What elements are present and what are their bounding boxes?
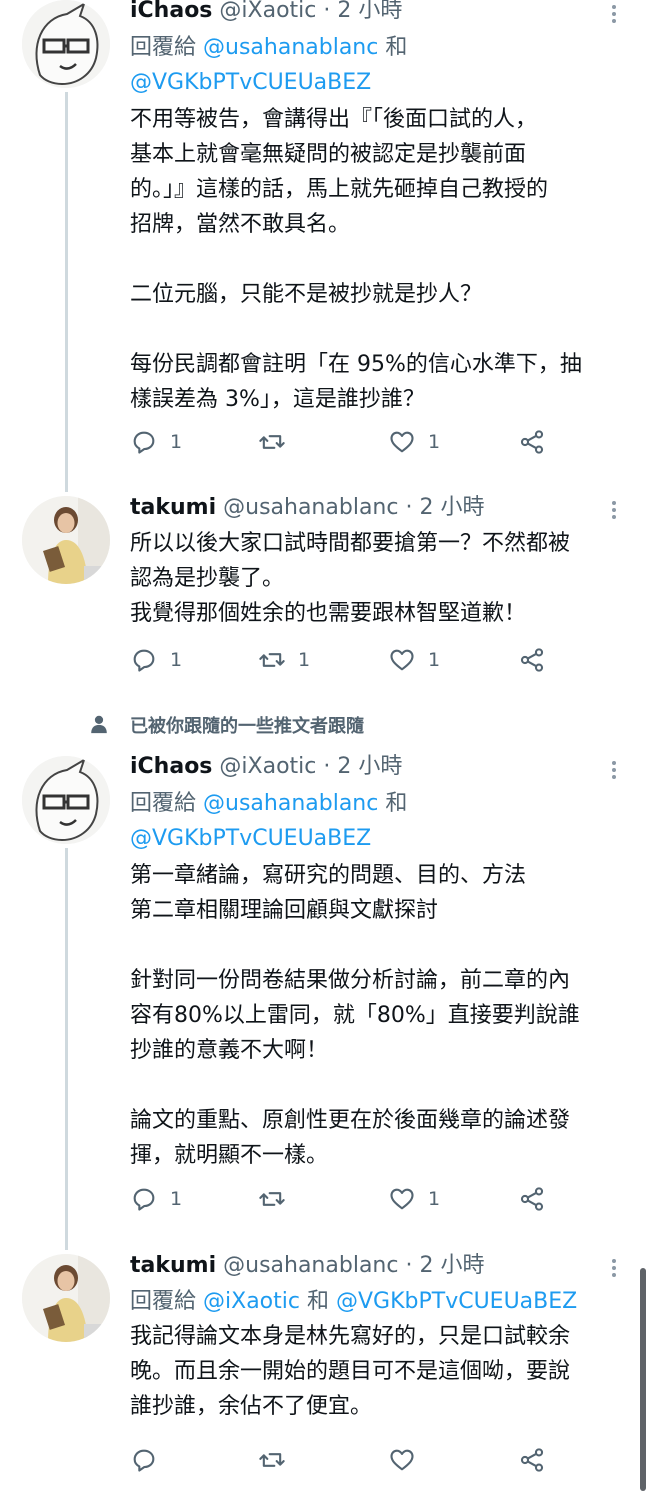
author-handle[interactable]: @usahanablanc: [223, 1253, 398, 1278]
avatar[interactable]: [22, 1254, 110, 1342]
reply-prefix: 回覆給: [130, 1289, 197, 1314]
tweet[interactable]: iChaos @iXaotic · 2 小時 回覆給 @usahanablanc…: [0, 0, 648, 480]
like-count: 1: [428, 431, 441, 453]
more-icon[interactable]: [604, 498, 624, 522]
mention-link[interactable]: @VGKbPTvCUEUaBEZ: [130, 70, 371, 95]
mention-link[interactable]: @VGKbPTvCUEUaBEZ: [130, 826, 371, 851]
retweet-icon: [259, 1453, 285, 1467]
tweet-text: 所以以後大家口試時間都要搶第一？不然都被 認為是抄襲了。 我覺得那個姓余的也需要…: [130, 531, 571, 626]
action-bar: 1 1: [130, 1183, 600, 1215]
mention-link[interactable]: @iXaotic: [203, 1289, 300, 1314]
share-button[interactable]: [518, 426, 546, 458]
like-button[interactable]: 1: [388, 426, 440, 458]
like-count: 1: [428, 1188, 441, 1210]
retweet-icon: [259, 1192, 285, 1206]
scrollbar[interactable]: [640, 1268, 646, 1491]
like-count: 1: [428, 649, 441, 671]
retweet-button[interactable]: [258, 426, 298, 458]
more-icon[interactable]: [604, 1256, 624, 1280]
tweet-header: takumi @usahanablanc · 2 小時: [130, 494, 484, 522]
avatar[interactable]: [22, 0, 110, 88]
like-icon: [390, 1188, 414, 1210]
action-bar: [130, 1444, 600, 1476]
mention-link[interactable]: @usahanablanc: [203, 791, 378, 816]
author-name[interactable]: takumi: [130, 1253, 216, 1278]
tweet-header: takumi @usahanablanc · 2 小時: [130, 1252, 484, 1280]
tweet-header: iChaos @iXaotic · 2 小時: [130, 753, 402, 781]
reply-button[interactable]: 1: [130, 644, 182, 676]
timestamp[interactable]: · 2 小時: [405, 495, 484, 520]
tweet-text: 第一章緒論，寫研究的問題、目的、方法 第二章相關理論回顧與文獻探討 針對同一份問…: [130, 863, 580, 1168]
share-icon: [520, 1448, 544, 1472]
reply-count: 1: [170, 431, 183, 453]
author-name[interactable]: iChaos: [130, 0, 212, 23]
reply-icon: [133, 649, 155, 672]
author-handle[interactable]: @usahanablanc: [223, 495, 398, 520]
reply-context: 回覆給 @iXaotic 和 @VGKbPTvCUEUaBEZ: [130, 1284, 577, 1319]
timestamp[interactable]: · 2 小時: [323, 0, 402, 23]
author-name[interactable]: iChaos: [130, 754, 212, 779]
reply-prefix: 回覆給: [130, 791, 197, 816]
tweet-header: iChaos @iXaotic · 2 小時: [130, 0, 402, 25]
retweet-button[interactable]: [258, 1183, 298, 1215]
reply-count: 1: [170, 1188, 183, 1210]
tweet[interactable]: iChaos @iXaotic · 2 小時 回覆給 @usahanablanc…: [0, 753, 648, 1226]
like-icon: [390, 431, 414, 453]
share-button[interactable]: [518, 1444, 546, 1476]
social-context-label: 已被你跟隨的一些推文者跟隨: [130, 716, 364, 737]
reply-and: 和: [385, 791, 408, 816]
person-icon: [91, 715, 107, 734]
reply-prefix: 回覆給: [130, 35, 197, 60]
reply-icon: [133, 1188, 155, 1211]
tweet-text: 我記得論文本身是林先寫好的，只是口試較余 晚。而且余一開始的題目可不是這個呦，要…: [130, 1324, 571, 1419]
author-handle[interactable]: @iXaotic: [219, 754, 316, 779]
social-context: 已被你跟隨的一些推文者跟隨: [0, 710, 648, 740]
tweet[interactable]: takumi @usahanablanc · 2 小時 所以以後大家口試時間都要…: [0, 494, 648, 696]
timestamp[interactable]: · 2 小時: [405, 1253, 484, 1278]
retweet-button[interactable]: [258, 1444, 298, 1476]
share-icon: [520, 1187, 544, 1211]
action-bar: 1 1 1: [130, 644, 600, 676]
mention-link[interactable]: @usahanablanc: [203, 35, 378, 60]
retweet-icon: [259, 653, 285, 667]
tweet-text: 不用等被告，會講得出『「後面口試的人， 基本上就會毫無疑問的被認定是抄襲前面 的…: [130, 107, 582, 412]
retweet-icon: [259, 435, 285, 449]
like-button[interactable]: [388, 1444, 428, 1476]
share-button[interactable]: [518, 644, 546, 676]
reply-and: 和: [306, 1289, 329, 1314]
reply-button[interactable]: 1: [130, 426, 182, 458]
avatar[interactable]: [22, 496, 110, 584]
reply-context: 回覆給 @usahanablanc 和 @VGKbPTvCUEUaBEZ: [130, 30, 407, 100]
reply-button[interactable]: 1: [130, 1183, 182, 1215]
reply-count: 1: [170, 649, 183, 671]
like-button[interactable]: 1: [388, 644, 440, 676]
retweet-count: 1: [298, 649, 311, 671]
author-name[interactable]: takumi: [130, 495, 216, 520]
reply-icon: [133, 1449, 155, 1472]
like-button[interactable]: 1: [388, 1183, 440, 1215]
timestamp[interactable]: · 2 小時: [323, 754, 402, 779]
like-icon: [390, 649, 414, 671]
mention-link[interactable]: @VGKbPTvCUEUaBEZ: [336, 1289, 577, 1314]
author-handle[interactable]: @iXaotic: [219, 0, 316, 23]
tweet[interactable]: takumi @usahanablanc · 2 小時 回覆給 @iXaotic…: [0, 1252, 648, 1491]
like-icon: [390, 1449, 414, 1471]
reply-button[interactable]: [130, 1444, 170, 1476]
more-icon[interactable]: [604, 758, 624, 782]
reply-and: 和: [385, 35, 408, 60]
retweet-button[interactable]: 1: [258, 644, 310, 676]
reply-icon: [133, 431, 155, 454]
more-icon[interactable]: [604, 2, 624, 26]
avatar[interactable]: [22, 756, 110, 844]
action-bar: 1 1: [130, 426, 600, 458]
reply-context: 回覆給 @usahanablanc 和 @VGKbPTvCUEUaBEZ: [130, 786, 407, 856]
share-button[interactable]: [518, 1183, 546, 1215]
share-icon: [520, 648, 544, 672]
share-icon: [520, 430, 544, 454]
